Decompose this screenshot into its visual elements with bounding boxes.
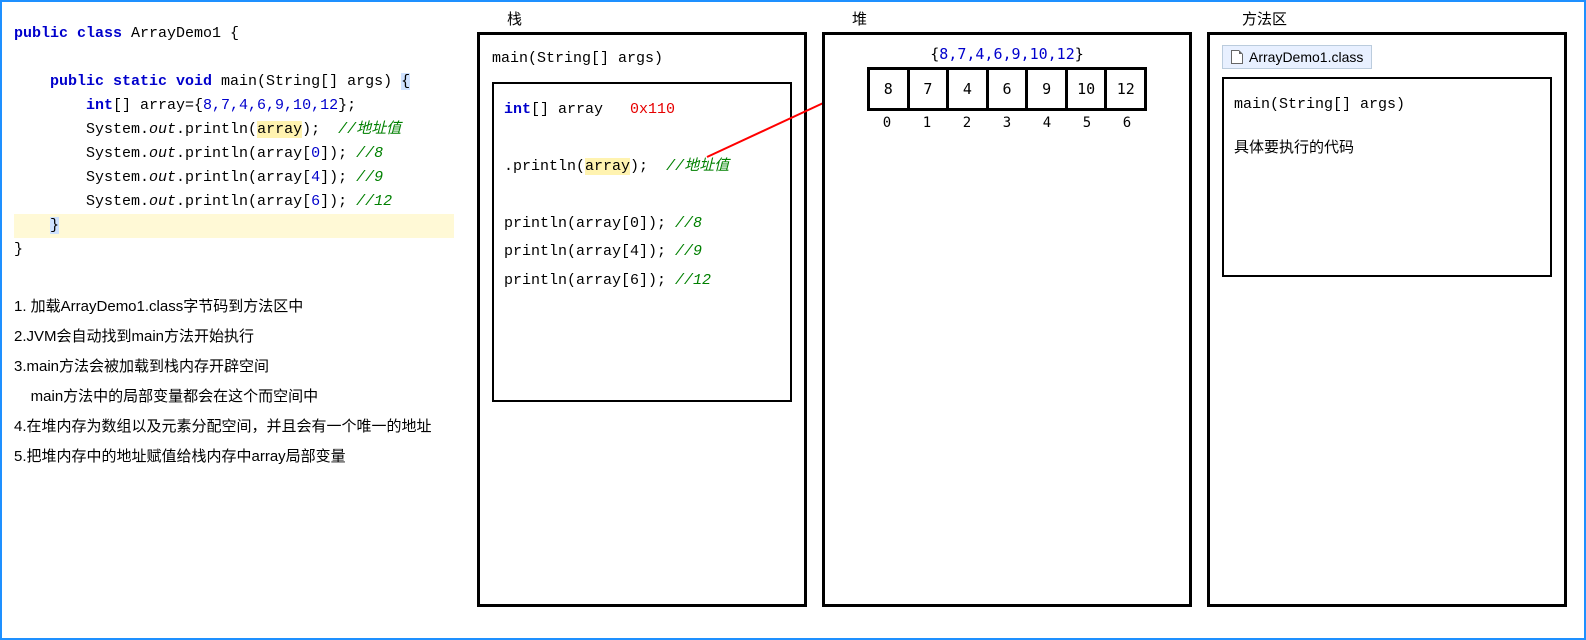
idx-4: 4 [311,169,320,186]
p3-open: .println(array[ [176,169,311,186]
brace-close-inner: } [50,217,59,234]
stack-println-open: .println( [504,158,585,175]
brace-close-outer: } [14,241,23,258]
index-cell: 4 [1027,115,1067,131]
stack-addr: 0x110 [630,101,675,118]
array-decl-a: [] array={ [113,97,203,114]
notes-list: 1. 加载ArrayDemo1.class字节码到方法区中 2.JVM会自动找到… [14,292,454,472]
p3-prefix: System. [86,169,149,186]
stack-array-decl: [] array [531,101,603,118]
file-icon [1231,50,1243,64]
method-area-box: ArrayDemo1.class main(String[] args) 具体要… [1207,32,1567,607]
p4-close: ]); [320,193,356,210]
out-4: out [149,193,176,210]
array-literal: 8,7,4,6,9,10,12 [203,97,338,114]
heap-array: 8 7 4 6 9 10 12 [867,67,1147,111]
main-signature: main(String[] args) [212,73,401,90]
p4-prefix: System. [86,193,149,210]
stack-cmt-2: //9 [675,243,702,260]
heap-indices: 0 1 2 3 4 5 6 [867,115,1147,131]
out-1: out [149,121,176,138]
index-cell: 2 [947,115,987,131]
class-file-name: ArrayDemo1.class [1249,49,1363,65]
note-1: 1. 加载ArrayDemo1.class字节码到方法区中 [14,292,454,322]
stack-cmt-addr: //地址值 [666,158,729,175]
index-cell: 6 [1107,115,1147,131]
note-2: 2.JVM会自动找到main方法开始执行 [14,322,454,352]
stack-title: 栈 [507,8,522,29]
kw-public-static-void: public static void [50,73,212,90]
p1-close: ); [302,121,320,138]
array-cell: 12 [1104,70,1144,108]
class-file-item: ArrayDemo1.class [1222,45,1372,69]
array-decl-b: }; [338,97,356,114]
method-main-sig: main(String[] args) [1234,91,1540,120]
cmt-addr-1: //地址值 [338,121,401,138]
p3-close: ]); [320,169,356,186]
heap-literal-values: 8,7,4,6,9,10,12 [939,45,1074,63]
heap-brace-close: } [1075,45,1084,63]
cmt-8: //8 [356,145,383,162]
stack-line-3: println(array[6]); [504,272,675,289]
stack-cmt-3: //12 [675,272,711,289]
note-4: 4.在堆内存为数组以及元素分配空间，并且会有一个唯一的地址 [14,412,454,442]
stack-println-close: ); [630,158,648,175]
p2-close: ]); [320,145,356,162]
array-cell: 4 [946,70,986,108]
out-3: out [149,169,176,186]
array-hl-1: array [257,121,302,138]
stack-array-hl: array [585,158,630,175]
heap-literal: {8,7,4,6,9,10,12} [837,45,1177,63]
stack-line-2: println(array[4]); [504,243,675,260]
p1-prefix: System. [86,121,149,138]
index-cell: 3 [987,115,1027,131]
index-cell: 5 [1067,115,1107,131]
brace-open: { [401,73,410,90]
stack-cmt-1: //8 [675,215,702,232]
stack-kw-int: int [504,101,531,118]
stack-box: main(String[] args) int[] array 0x110 .p… [477,32,807,607]
array-cell: 7 [907,70,947,108]
array-cell: 8 [870,70,907,108]
class-name: ArrayDemo1 { [122,25,239,42]
idx-0: 0 [311,145,320,162]
cmt-12: //12 [356,193,392,210]
idx-6: 6 [311,193,320,210]
p4-open: .println(array[ [176,193,311,210]
array-cell: 10 [1065,70,1105,108]
stack-line-1: println(array[0]); [504,215,675,232]
method-area-frame: main(String[] args) 具体要执行的代码 [1222,77,1552,277]
heap-title: 堆 [852,8,867,29]
note-5: 5.把堆内存中的地址赋值给栈内存中array局部变量 [14,442,454,472]
method-body-text: 具体要执行的代码 [1234,134,1540,163]
array-cell: 9 [1025,70,1065,108]
stack-frame: int[] array 0x110 .println(array); //地址值… [492,82,792,402]
index-cell: 1 [907,115,947,131]
code-panel: public class ArrayDemo1 { public static … [14,22,454,472]
p2-prefix: System. [86,145,149,162]
out-2: out [149,145,176,162]
index-cell: 0 [867,115,907,131]
p2-open: .println(array[ [176,145,311,162]
stack-main-sig: main(String[] args) [492,45,792,74]
heap-box: {8,7,4,6,9,10,12} 8 7 4 6 9 10 12 0 1 2 … [822,32,1192,607]
kw-int: int [86,97,113,114]
array-cell: 6 [986,70,1026,108]
kw-public-class: public class [14,25,122,42]
note-3a: 3.main方法会被加载到栈内存开辟空间 [14,352,454,382]
method-area-title: 方法区 [1242,8,1287,29]
p1-open: .println( [176,121,257,138]
cmt-9: //9 [356,169,383,186]
note-3b: main方法中的局部变量都会在这个而空间中 [14,382,454,412]
heap-brace-open: { [930,45,939,63]
diagram-container: 栈 堆 方法区 public class ArrayDemo1 { public… [0,0,1586,640]
source-code: public class ArrayDemo1 { public static … [14,22,454,262]
